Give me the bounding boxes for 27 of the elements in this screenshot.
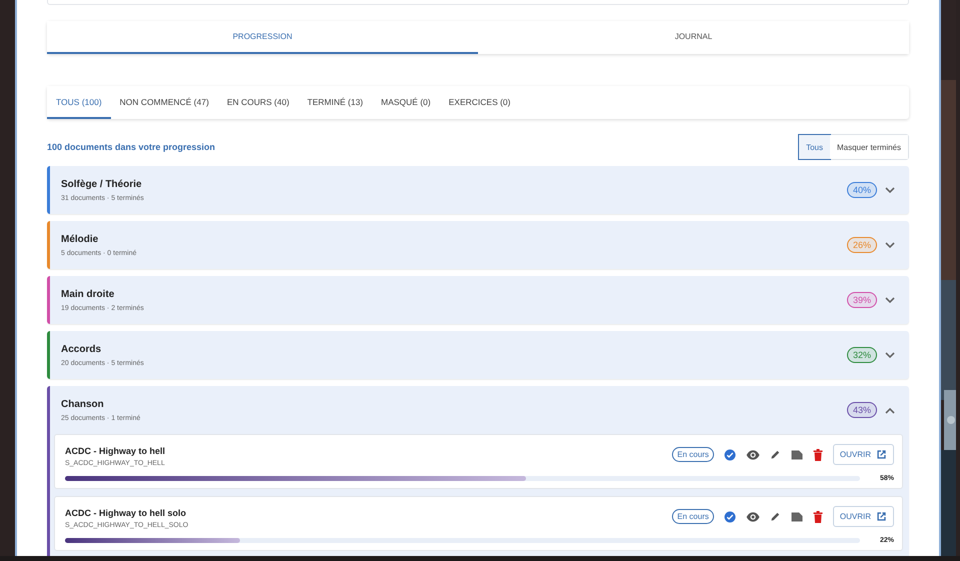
document-title: ACDC - Highway to hell <box>65 446 166 456</box>
category-title: Accords <box>61 344 102 354</box>
toggle-button[interactable]: Tous <box>799 135 830 159</box>
document-title: ACDC - Highway to hell solo <box>65 508 188 518</box>
category-title: Mélodie <box>61 234 100 244</box>
filter-tab[interactable]: TERMINÉ (13) <box>298 86 372 119</box>
category-title: Main droite <box>61 288 116 300</box>
open-button[interactable]: OUVRIR <box>832 444 894 465</box>
status-chip: En cours <box>672 509 714 524</box>
filter-tab[interactable]: EXERCICES (0) <box>440 86 520 119</box>
percent-badge: 40% <box>846 182 877 198</box>
open-button[interactable]: OUVRIR <box>832 506 894 527</box>
filter-tab[interactable]: NON COMMENCÉ (47) <box>110 86 218 119</box>
main-tab[interactable]: PROGRESSION <box>47 21 478 54</box>
percent-badge: 43% <box>846 402 877 418</box>
category-title: Solfège / Théorie <box>61 178 143 190</box>
main-tab[interactable]: JOURNAL <box>478 21 909 54</box>
percent-badge: 39% <box>846 292 877 308</box>
filter-tab[interactable]: TOUS (100) <box>47 86 111 119</box>
filter-tab[interactable]: MASQUÉ (0) <box>372 86 440 119</box>
filter-tab[interactable]: EN COURS (40) <box>218 86 298 119</box>
percent-badge: 26% <box>846 237 877 253</box>
percent-badge: 32% <box>846 347 877 363</box>
status-chip: En cours <box>672 447 714 462</box>
category-title: Chanson <box>61 398 105 410</box>
summary-text: 100 documents dans votre progression <box>47 142 216 152</box>
toggle-button[interactable]: Masquer terminés <box>830 135 908 159</box>
